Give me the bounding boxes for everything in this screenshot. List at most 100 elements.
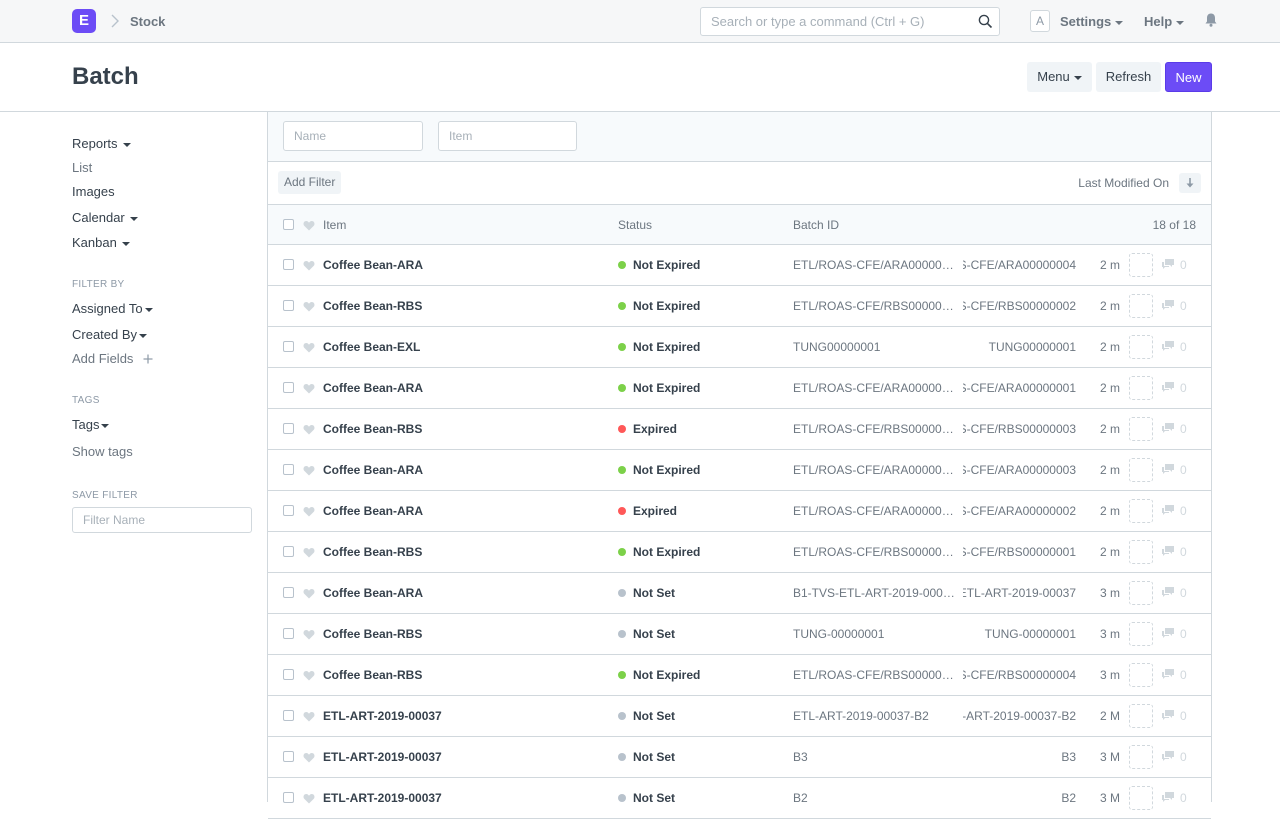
table-row[interactable]: Coffee Bean-ARA Not Expired ETL/ROAS-CFE/A… [268,245,1211,286]
row-item-link[interactable]: ETL-ART-2019-00037 [323,750,442,764]
row-batch-id[interactable]: ETL/ROAS-CFE/RBS00000003 [793,422,956,436]
row-checkbox[interactable] [283,423,294,434]
heart-icon[interactable] [303,220,315,231]
help-dropdown[interactable]: Help [1144,14,1185,29]
table-row[interactable]: Coffee Bean-ARA Not Expired ETL/ROAS-CFE/A… [268,368,1211,409]
row-batch-id[interactable]: B2 [793,791,956,805]
heart-icon[interactable] [303,260,315,271]
row-assign-avatar[interactable] [1129,622,1153,646]
row-batch-id[interactable]: TUNG-00000001 [793,627,956,641]
row-batch-id[interactable]: ETL/ROAS-CFE/ARA00000001 [793,381,956,395]
row-batch-id[interactable]: ETL-ART-2019-00037-B2 [793,709,956,723]
item-filter-input[interactable] [438,121,577,151]
row-checkbox[interactable] [283,464,294,475]
search-input[interactable] [701,8,966,35]
row-status-indicator[interactable]: Not Set [618,709,675,723]
awesomebar[interactable] [700,7,1000,36]
row-batch-id[interactable]: ETL/ROAS-CFE/ARA00000003 [793,463,956,477]
row-assign-avatar[interactable] [1129,499,1153,523]
table-row[interactable]: Coffee Bean-ARA Expired ETL/ROAS-CFE/ARA00… [268,491,1211,532]
row-assign-avatar[interactable] [1129,458,1153,482]
row-status-indicator[interactable]: Not Set [618,586,675,600]
row-status-indicator[interactable]: Not Expired [618,668,700,682]
row-item-link[interactable]: Coffee Bean-ARA [323,381,423,395]
row-status-indicator[interactable]: Not Expired [618,463,700,477]
row-batch-id[interactable]: ETL/ROAS-CFE/RBS00000001 [793,545,956,559]
refresh-button[interactable]: Refresh [1096,62,1161,92]
sidebar-reports[interactable]: Reports [72,136,131,151]
table-row[interactable]: Coffee Bean-RBS Not Set TUNG-00000001 TUNG-… [268,614,1211,655]
table-row[interactable]: Coffee Bean-RBS Not Expired ETL/ROAS-CFE/R… [268,532,1211,573]
table-row[interactable]: ETL-ART-2019-00037 Not Set ETL-ART-2019-00… [268,696,1211,737]
row-checkbox[interactable] [283,792,294,803]
row-status-indicator[interactable]: Expired [618,422,677,436]
sort-selector[interactable]: Last Modified On [1078,176,1169,190]
heart-icon[interactable] [303,301,315,312]
row-item-link[interactable]: Coffee Bean-RBS [323,627,422,641]
row-item-link[interactable]: Coffee Bean-EXL [323,340,420,354]
row-assign-avatar[interactable] [1129,540,1153,564]
table-row[interactable]: ETL-ART-2019-00037 Not Set B3 B3 3 M 0 [268,737,1211,778]
row-status-indicator[interactable]: Not Expired [618,299,700,313]
row-checkbox[interactable] [283,382,294,393]
row-status-indicator[interactable]: Not Expired [618,258,700,272]
row-item-link[interactable]: Coffee Bean-ARA [323,504,423,518]
row-assign-avatar[interactable] [1129,417,1153,441]
row-item-link[interactable]: ETL-ART-2019-00037 [323,709,442,723]
row-checkbox[interactable] [283,341,294,352]
heart-icon[interactable] [303,506,315,517]
row-batch-id[interactable]: ETL/ROAS-CFE/ARA00000002 [793,504,956,518]
row-checkbox[interactable] [283,710,294,721]
table-row[interactable]: Coffee Bean-ARA Not Set B1-TVS-ETL-ART-201… [268,573,1211,614]
row-assign-avatar[interactable] [1129,704,1153,728]
row-item-link[interactable]: Coffee Bean-ARA [323,258,423,272]
table-row[interactable]: Coffee Bean-RBS Not Expired ETL/ROAS-CFE/R… [268,655,1211,696]
add-filter-button[interactable]: Add Filter [278,171,342,194]
bell-icon[interactable] [1204,12,1218,28]
row-status-indicator[interactable]: Not Expired [618,381,700,395]
row-assign-avatar[interactable] [1129,294,1153,318]
row-batch-id[interactable]: B1-TVS-ETL-ART-2019-00037 [793,586,956,600]
row-assign-avatar[interactable] [1129,376,1153,400]
breadcrumb-stock[interactable]: Stock [130,14,165,29]
table-row[interactable]: Coffee Bean-RBS Expired ETL/ROAS-CFE/RBS00… [268,409,1211,450]
sidebar-assigned-to[interactable]: Assigned To [72,301,153,316]
sidebar-list[interactable]: List [72,160,92,175]
row-checkbox[interactable] [283,587,294,598]
row-checkbox[interactable] [283,669,294,680]
row-item-link[interactable]: Coffee Bean-RBS [323,545,422,559]
row-checkbox[interactable] [283,751,294,762]
heart-icon[interactable] [303,670,315,681]
row-checkbox[interactable] [283,259,294,270]
sidebar-show-tags[interactable]: Show tags [72,444,133,459]
row-checkbox[interactable] [283,505,294,516]
heart-icon[interactable] [303,465,315,476]
heart-icon[interactable] [303,629,315,640]
row-checkbox[interactable] [283,628,294,639]
sidebar-add-fields[interactable]: Add Fields [72,351,153,366]
row-item-link[interactable]: Coffee Bean-RBS [323,668,422,682]
row-assign-avatar[interactable] [1129,663,1153,687]
table-row[interactable]: Coffee Bean-RBS Not Expired ETL/ROAS-CFE/R… [268,286,1211,327]
heart-icon[interactable] [303,547,315,558]
search-icon[interactable] [978,14,993,29]
table-row[interactable]: Coffee Bean-EXL Not Expired TUNG00000001 TU… [268,327,1211,368]
row-assign-avatar[interactable] [1129,786,1153,810]
row-assign-avatar[interactable] [1129,745,1153,769]
row-status-indicator[interactable]: Not Expired [618,340,700,354]
sidebar-images[interactable]: Images [72,184,115,199]
row-batch-id[interactable]: ETL/ROAS-CFE/RBS00000004 [793,668,956,682]
row-item-link[interactable]: ETL-ART-2019-00037 [323,791,442,805]
sidebar-calendar[interactable]: Calendar [72,210,138,225]
row-item-link[interactable]: Coffee Bean-RBS [323,422,422,436]
row-status-indicator[interactable]: Not Set [618,791,675,805]
heart-icon[interactable] [303,383,315,394]
heart-icon[interactable] [303,342,315,353]
app-logo[interactable]: E [72,9,96,33]
user-avatar[interactable]: A [1030,10,1050,32]
sidebar-kanban[interactable]: Kanban [72,235,130,250]
new-button[interactable]: New [1165,62,1212,92]
heart-icon[interactable] [303,711,315,722]
row-assign-avatar[interactable] [1129,335,1153,359]
row-assign-avatar[interactable] [1129,253,1153,277]
